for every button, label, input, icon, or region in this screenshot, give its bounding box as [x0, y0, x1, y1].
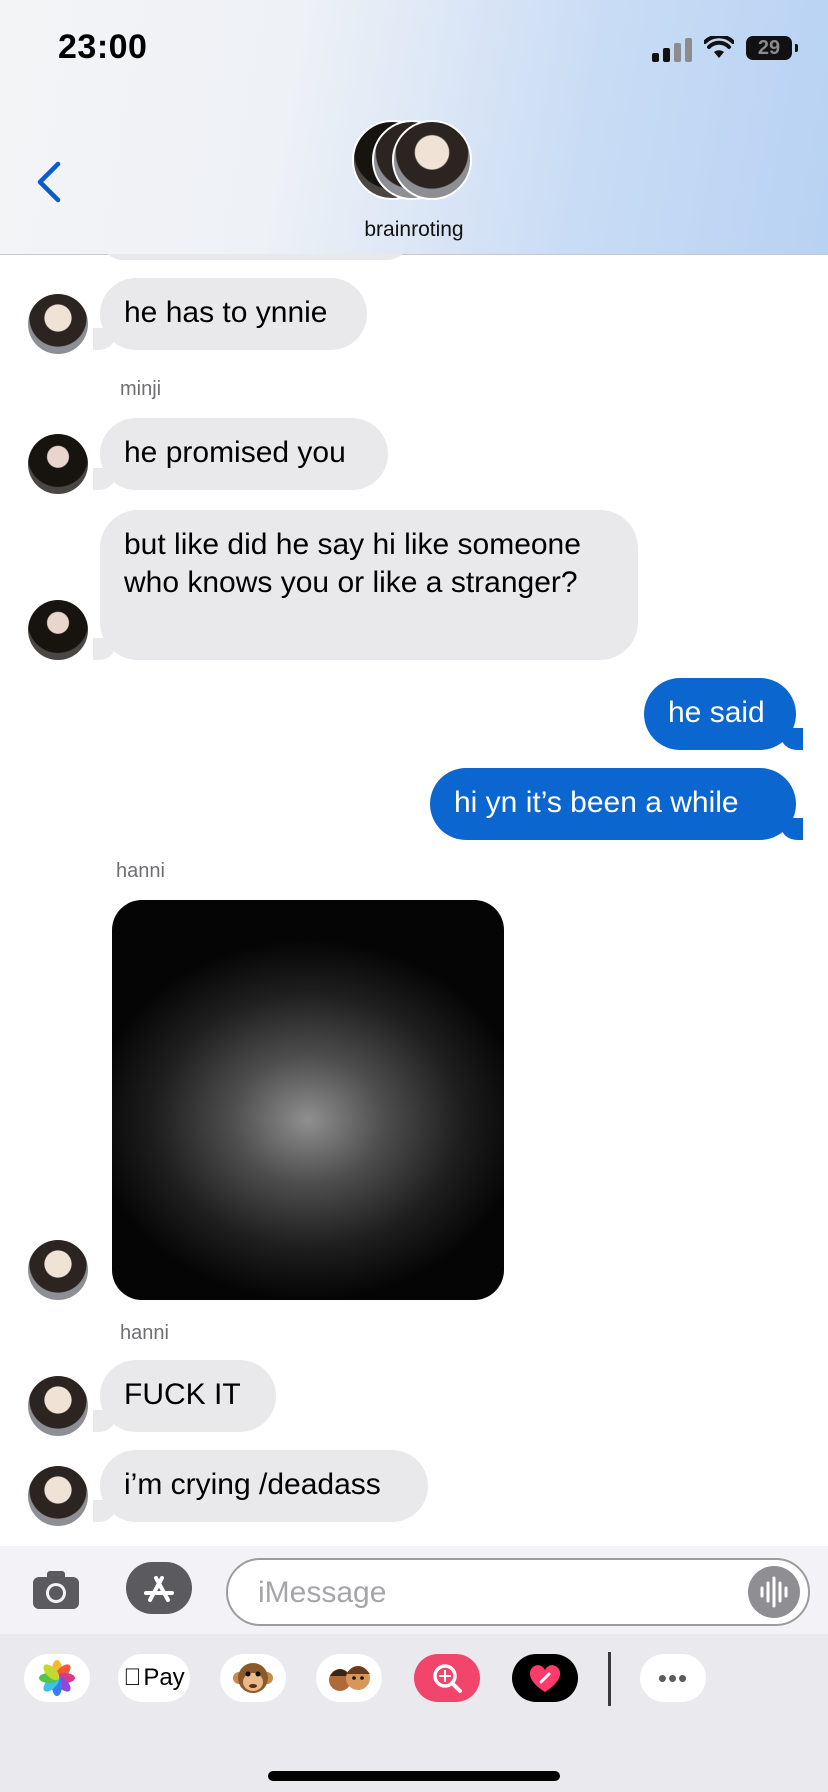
- drawer-divider: [608, 1652, 611, 1706]
- message-bubble-incoming[interactable]: FUCK IT: [93, 1360, 276, 1432]
- status-time: 23:00: [58, 28, 148, 66]
- more-icon: •••: [657, 1662, 689, 1693]
- apple-pay-icon: : [123, 1664, 141, 1692]
- sender-avatar: [28, 600, 88, 660]
- message-text: FUCK IT: [124, 1378, 241, 1411]
- more-apps-button[interactable]: •••: [640, 1654, 706, 1702]
- message-bubble-incoming[interactable]: but like did he say hi like someone who …: [93, 510, 638, 660]
- back-chevron-icon[interactable]: [30, 160, 70, 204]
- sender-name: minji: [120, 378, 162, 400]
- message-text: hi yn it’s been a while: [454, 786, 739, 819]
- digital-touch-button[interactable]: [512, 1654, 578, 1702]
- sender-avatar: [28, 1466, 88, 1526]
- message-text: he has to ynnie: [124, 296, 328, 329]
- message-bubble-incoming[interactable]: he has to ynnie: [93, 278, 367, 350]
- memoji-stickers-button[interactable]: [316, 1654, 382, 1702]
- memoji-stickers-icon: [329, 1666, 370, 1691]
- message-text: but like did he say hi like someone who …: [124, 528, 581, 599]
- message-text: i’m crying /deadass: [124, 1468, 381, 1501]
- waveform-icon: [760, 1576, 788, 1608]
- group-avatars[interactable]: [352, 120, 482, 202]
- photos-icon: [39, 1660, 75, 1696]
- camera-icon[interactable]: [30, 1564, 82, 1616]
- message-bubble-outgoing[interactable]: hi yn it’s been a while: [430, 768, 803, 840]
- sender-name: hanni: [120, 1322, 169, 1344]
- message-bubble-incoming[interactable]: i’m crying /deadass: [93, 1450, 428, 1522]
- app-store-button[interactable]: [126, 1562, 192, 1614]
- animoji-button[interactable]: [220, 1654, 286, 1702]
- wifi-icon: [704, 36, 734, 58]
- group-name[interactable]: brainroting: [0, 218, 828, 242]
- sender-avatar: [28, 1376, 88, 1436]
- image-search-icon: [433, 1664, 462, 1693]
- message-bubble-incoming[interactable]: he promised you: [93, 418, 388, 490]
- message-text: he promised you: [124, 436, 346, 469]
- apple-pay-label: Pay: [134, 1664, 184, 1691]
- message-thread[interactable]: he has to ynnie minji he promised you bu…: [0, 254, 828, 1546]
- image-attachment[interactable]: [112, 900, 504, 1300]
- battery-icon: 29: [746, 36, 798, 60]
- sender-avatar: [28, 294, 88, 354]
- sender-avatar: [28, 1240, 88, 1300]
- digital-touch-icon: [529, 1665, 561, 1692]
- image-search-button[interactable]: [414, 1654, 480, 1702]
- sender-avatar: [28, 434, 88, 494]
- dictation-button[interactable]: [748, 1566, 800, 1618]
- app-drawer: Pay •••: [0, 1634, 828, 1792]
- message-field[interactable]: [226, 1558, 810, 1626]
- member-avatar: [392, 120, 472, 200]
- home-indicator[interactable]: [268, 1771, 560, 1781]
- status-indicators: 29: [652, 34, 798, 62]
- conversation-header: 23:00 29 brainroting: [0, 0, 828, 255]
- compose-bar: [0, 1546, 828, 1634]
- message-bubble-partial: [100, 254, 410, 260]
- message-text: he said: [668, 696, 765, 729]
- message-input[interactable]: [256, 1560, 720, 1626]
- sender-name: hanni: [116, 860, 165, 882]
- apple-pay-button[interactable]: Pay: [118, 1654, 190, 1702]
- app-store-icon: [144, 1576, 174, 1602]
- monkey-memoji-icon: [233, 1663, 273, 1693]
- photos-app-button[interactable]: [24, 1654, 90, 1702]
- cellular-signal-icon: [652, 34, 692, 62]
- message-bubble-outgoing[interactable]: he said: [644, 678, 803, 750]
